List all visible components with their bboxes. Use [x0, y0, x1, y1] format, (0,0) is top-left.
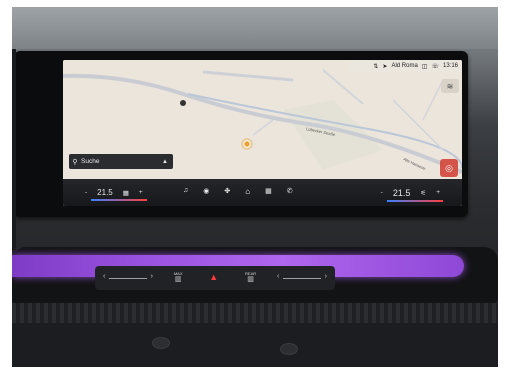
seat-icon[interactable]: ⚟: [420, 189, 426, 197]
climate-bar: - 21.5 ▦ + ♫ ◉ ✤ ⌂ ▦ ✆ - 21.5 ⚟ +: [63, 179, 462, 206]
lower-dashboard: [12, 323, 498, 367]
hazard-icon: ▲: [209, 272, 219, 283]
rear-defrost-icon: ▥: [247, 276, 254, 284]
search-label: Suche: [81, 158, 100, 165]
rear-defrost-button[interactable]: REAR ▥: [245, 271, 256, 284]
right-temp-minus-button[interactable]: -: [381, 189, 383, 196]
vent-knob-right[interactable]: [280, 343, 298, 355]
status-bar: ⇅ ➤ Ald Roma ◫ ☏ 13:16: [348, 60, 462, 72]
pin-icon: ◎: [445, 162, 453, 173]
air-vents: [12, 303, 498, 323]
dashboard-top: [12, 7, 498, 49]
left-temp-plus-button[interactable]: +: [139, 189, 143, 196]
car-interior: Lübecker Straße Alte Hansestr ⇅ ➤ Ald Ro…: [12, 7, 498, 367]
right-temperature-control[interactable]: - 21.5 ⚟ +: [381, 187, 443, 202]
vent-knob-left[interactable]: [152, 337, 170, 349]
defrost-icon: ▥: [174, 276, 182, 284]
left-temp-indicator: [91, 199, 147, 201]
search-bar[interactable]: ⚲ Suche ▲: [69, 154, 173, 169]
left-temp-minus-button[interactable]: -: [85, 189, 87, 196]
climate-touch-panel: MAX ▥ ▲ REAR ▥: [95, 266, 335, 290]
left-temperature-control[interactable]: - 21.5 ▦ +: [85, 188, 147, 201]
layers-icon: ≋: [446, 81, 454, 91]
clock: 13:16: [442, 63, 458, 69]
fan-icon[interactable]: ✤: [224, 187, 230, 196]
left-temperature: 21.5: [97, 188, 113, 197]
infotainment-screen: Lübecker Straße Alte Hansestr ⇅ ➤ Ald Ro…: [63, 60, 462, 206]
search-icon: ⚲: [72, 158, 78, 166]
right-temperature: 21.5: [392, 187, 411, 198]
right-fan-slider[interactable]: [277, 273, 327, 280]
phone-call-icon[interactable]: ✆: [287, 187, 293, 196]
destination-button[interactable]: ◎: [440, 159, 458, 177]
poi-marker: [180, 100, 186, 106]
route-icon: ⇅: [373, 63, 379, 70]
home-icon[interactable]: ⌂: [245, 187, 250, 196]
media-icon[interactable]: ♫: [183, 187, 188, 196]
apps-icon[interactable]: ▦: [265, 187, 272, 196]
vehicle-position-icon: [243, 140, 251, 148]
phone-icon: ☏: [431, 63, 439, 70]
right-temp-plus-button[interactable]: +: [436, 189, 440, 196]
app-dock: ♫ ◉ ✤ ⌂ ▦ ✆: [183, 187, 293, 196]
climate-icon[interactable]: ◉: [203, 187, 209, 196]
seat-heat-icon[interactable]: ▦: [123, 189, 129, 197]
left-fan-slider[interactable]: [103, 273, 153, 280]
destination-label: Ald Roma: [391, 63, 418, 69]
navigation-arrow-icon: ➤: [382, 63, 388, 70]
expand-up-icon[interactable]: ▲: [157, 159, 173, 165]
right-temp-indicator: [386, 199, 443, 202]
hazard-button[interactable]: ▲: [209, 272, 219, 283]
signal-icon: ◫: [421, 63, 428, 70]
max-defrost-button[interactable]: MAX ▥: [174, 271, 183, 284]
map-layers-button[interactable]: ≋: [441, 79, 459, 93]
